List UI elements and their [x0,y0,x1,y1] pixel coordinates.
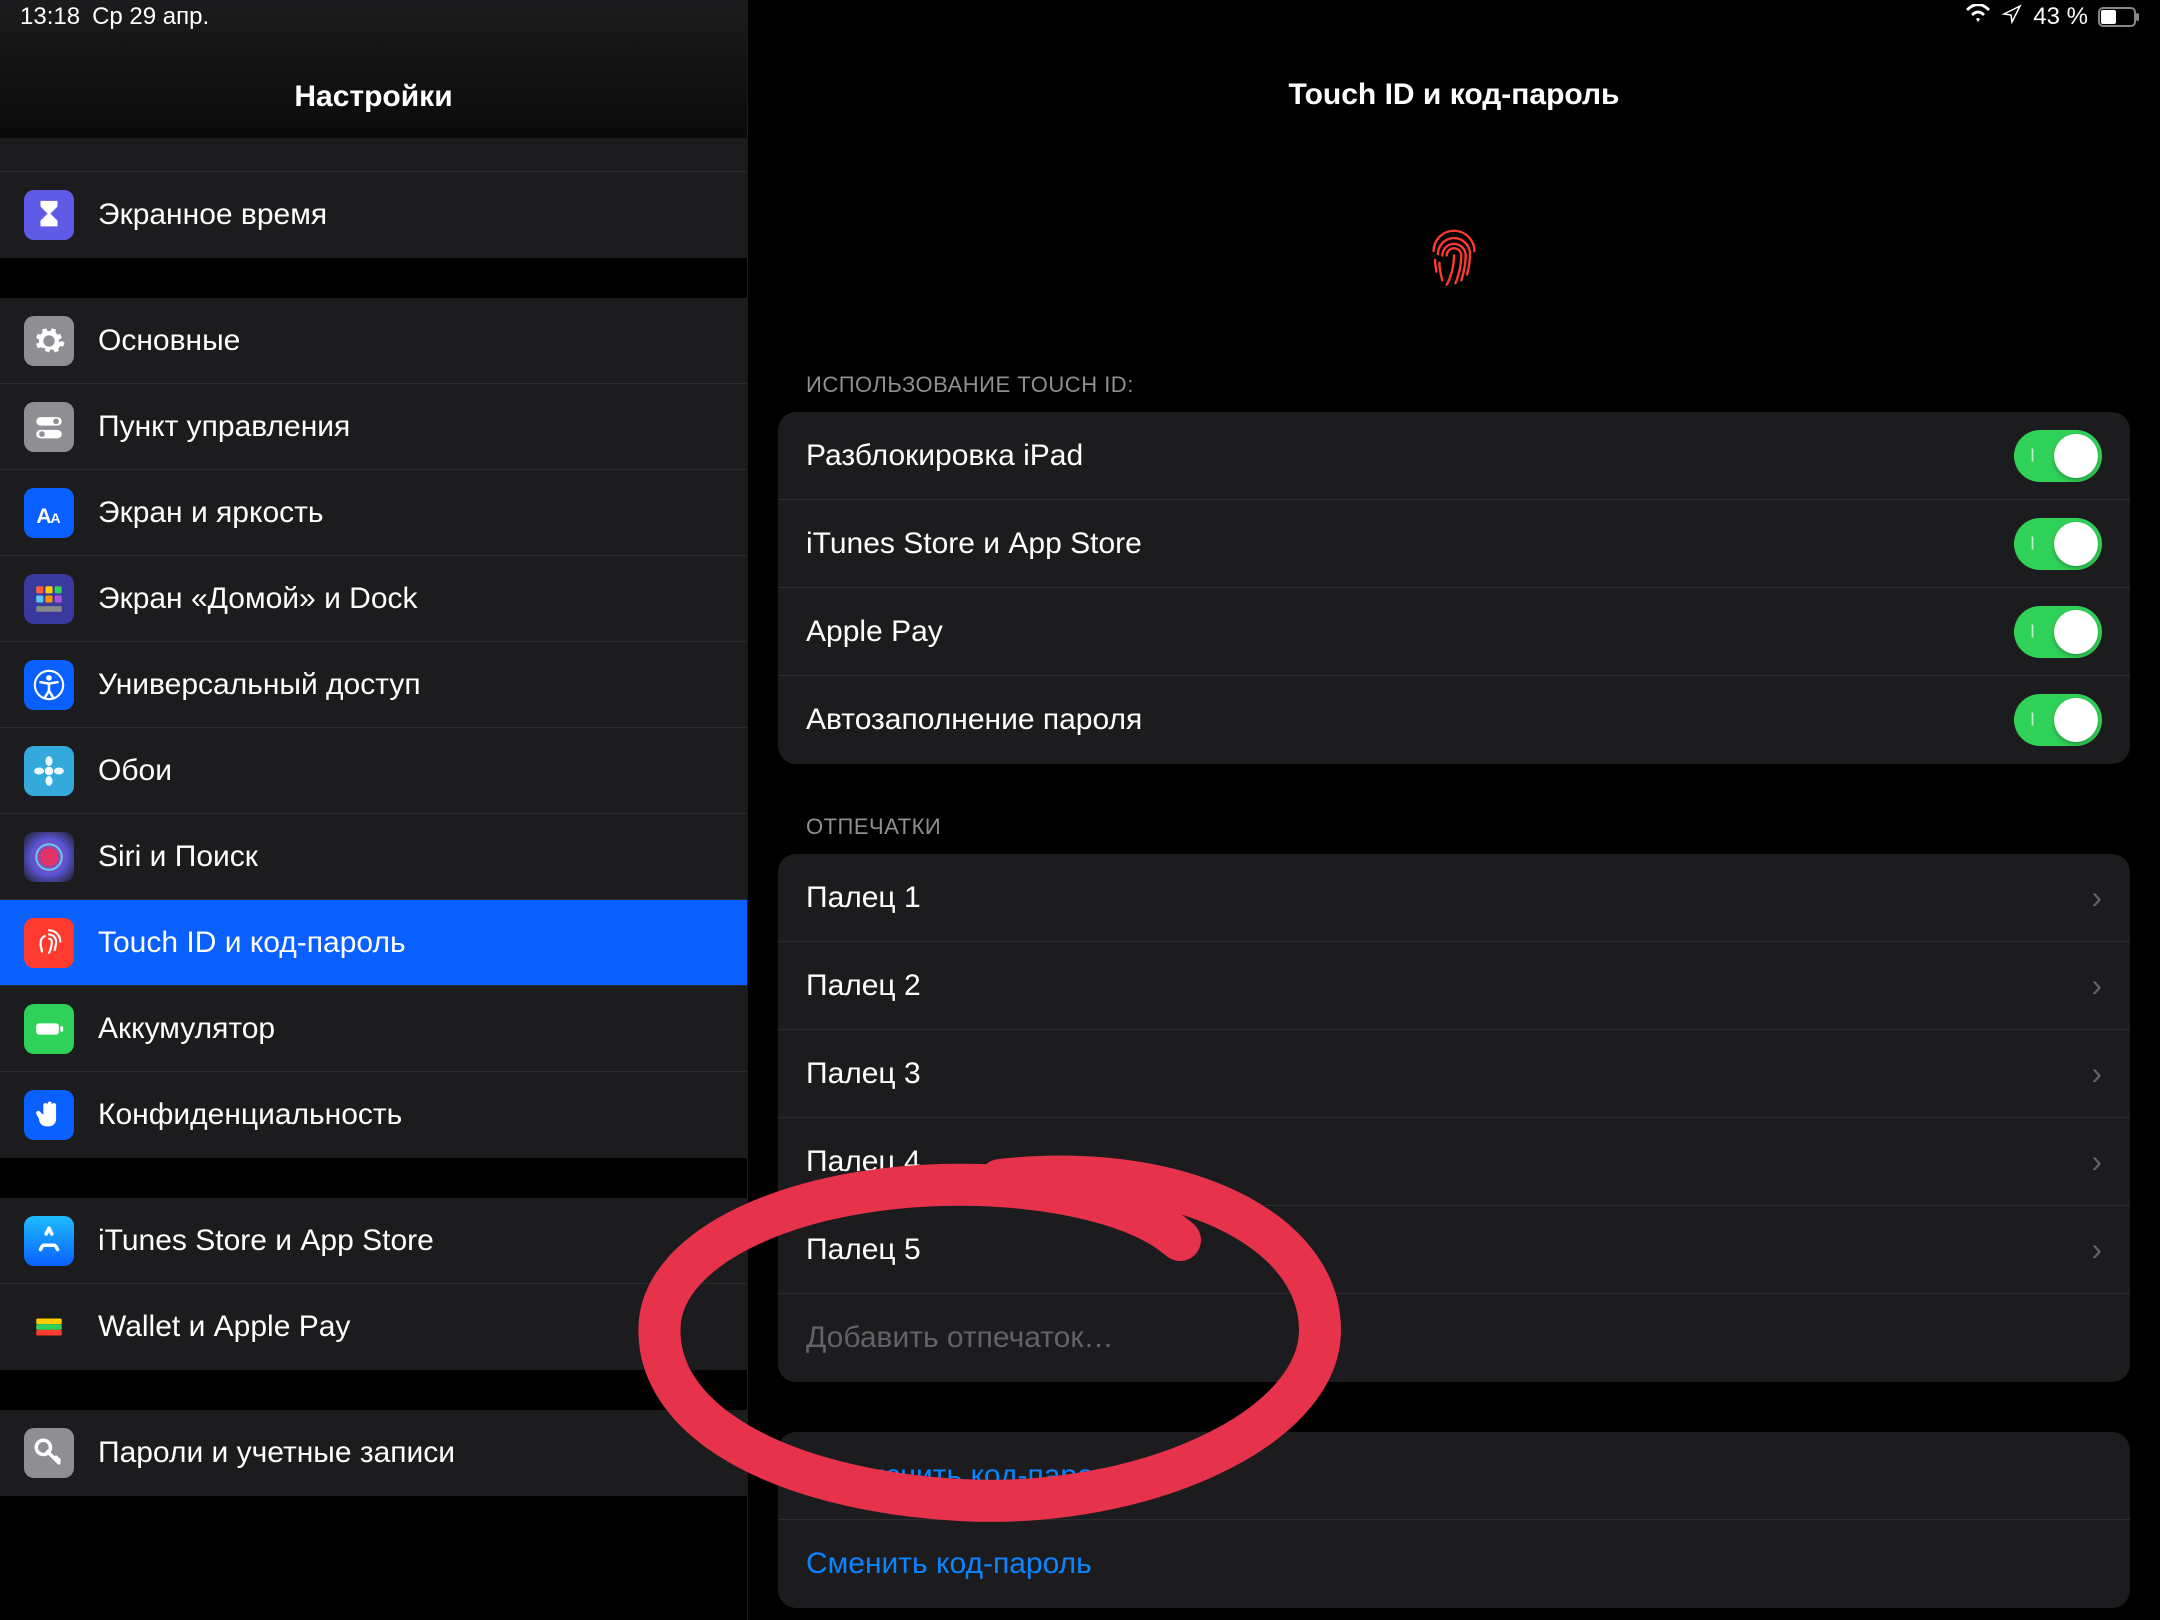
wifi-icon [1965,3,1991,31]
status-date: Ср 29 апр. [92,3,209,31]
wallet-icon [24,1302,74,1352]
toggle-switch[interactable] [2014,518,2102,570]
sidebar-item-label: Универсальный доступ [98,668,421,702]
status-left: 13:18 Ср 29 апр. [20,3,209,31]
change-passcode-row[interactable]: Сменить код-пароль [778,1520,2130,1608]
fingerprint-row[interactable]: Палец 4 › [778,1118,2130,1206]
sidebar-item-appstore[interactable]: iTunes Store и App Store [0,1198,747,1284]
sidebar-item-siri[interactable]: Siri и Поиск [0,814,747,900]
sidebar-item-accessibility[interactable]: Универсальный доступ [0,642,747,728]
sidebar-item-control-center[interactable]: Пункт управления [0,384,747,470]
usage-list: Разблокировка iPad iTunes Store и App St… [778,412,2130,764]
sidebar-item-label: Пункт управления [98,410,350,444]
list-row-label: Автозаполнение пароля [806,703,1142,737]
fingerprints-list: Палец 1 › Палец 2 › Палец 3 › Палец 4 › … [778,854,2130,1382]
sidebar[interactable]: Настройки Экранное время Основные [0,0,748,1620]
sidebar-item-prev-partial[interactable] [0,138,747,172]
list-row-label: Выключить код-пароль [806,1459,1126,1493]
add-fingerprint-row: Добавить отпечаток… [778,1294,2130,1382]
flower-icon [24,746,74,796]
list-row-label: Apple Pay [806,615,943,649]
list-row-label: Палец 3 [806,1057,921,1091]
list-row-label: iTunes Store и App Store [806,527,1142,561]
accessibility-icon [24,660,74,710]
list-row-label: Разблокировка iPad [806,439,1083,473]
usage-row-itunes[interactable]: iTunes Store и App Store [778,500,2130,588]
battery-text: 43 % [2033,3,2088,31]
toggle-switch[interactable] [2014,606,2102,658]
sidebar-item-wallpaper[interactable]: Обои [0,728,747,814]
sidebar-item-label: Экран «Домой» и Dock [98,582,418,616]
list-row-label: Добавить отпечаток… [806,1321,1114,1355]
fingerprint-icon [24,918,74,968]
sidebar-item-label: Siri и Поиск [98,840,258,874]
fingerprint-hero-icon [748,132,2160,372]
list-row-label: Палец 4 [806,1145,921,1179]
sidebar-item-label: Пароли и учетные записи [98,1436,455,1470]
battery-icon [2098,7,2140,27]
sidebar-item-display[interactable]: AA Экран и яркость [0,470,747,556]
list-row-label: Палец 5 [806,1233,921,1267]
usage-row-autofill[interactable]: Автозаполнение пароля [778,676,2130,764]
sidebar-item-label: Аккумулятор [98,1012,275,1046]
status-bar: 13:18 Ср 29 апр. 43 % [0,0,2160,34]
detail-pane[interactable]: Touch ID и код-пароль ИСПОЛЬЗОВАНИЕ TOUC… [748,0,2160,1620]
svg-text:A: A [50,510,60,526]
text-size-icon: AA [24,488,74,538]
switches-icon [24,402,74,452]
sidebar-item-label: iTunes Store и App Store [98,1224,434,1258]
svg-text:A: A [36,503,51,527]
list-row-label: Палец 1 [806,881,921,915]
toggle-switch[interactable] [2014,694,2102,746]
sidebar-item-screen-time[interactable]: Экранное время [0,172,747,258]
sidebar-item-general[interactable]: Основные [0,298,747,384]
turn-off-passcode-row[interactable]: Выключить код-пароль [778,1432,2130,1520]
sidebar-item-label: Конфиденциальность [98,1098,402,1132]
sidebar-item-privacy[interactable]: Конфиденциальность [0,1072,747,1158]
passcode-actions-list: Выключить код-пароль Сменить код-пароль [778,1432,2130,1608]
sidebar-item-label: Обои [98,754,172,788]
fingerprint-row[interactable]: Палец 3 › [778,1030,2130,1118]
siri-icon [24,832,74,882]
sidebar-item-touchid[interactable]: Touch ID и код-пароль [0,900,747,986]
grid-icon [24,574,74,624]
location-icon [2001,3,2023,32]
sidebar-item-home-dock[interactable]: Экран «Домой» и Dock [0,556,747,642]
usage-row-unlock[interactable]: Разблокировка iPad [778,412,2130,500]
chevron-right-icon: › [2091,1143,2102,1180]
fingerprint-row[interactable]: Палец 1 › [778,854,2130,942]
status-time: 13:18 [20,3,80,31]
sidebar-item-wallet[interactable]: Wallet и Apple Pay [0,1284,747,1370]
toggle-switch[interactable] [2014,430,2102,482]
hourglass-icon [24,190,74,240]
list-row-label: Сменить код-пароль [806,1547,1092,1581]
key-icon [24,1428,74,1478]
gear-icon [24,316,74,366]
status-right: 43 % [1965,3,2140,32]
sidebar-item-label: Touch ID и код-пароль [98,926,406,960]
chevron-right-icon: › [2091,1231,2102,1268]
hand-icon [24,1090,74,1140]
sidebar-item-label: Экранное время [98,198,327,232]
chevron-right-icon: › [2091,967,2102,1004]
fingerprint-row[interactable]: Палец 5 › [778,1206,2130,1294]
battery-icon [24,1004,74,1054]
sidebar-item-label: Wallet и Apple Pay [98,1310,350,1344]
usage-section-header: ИСПОЛЬЗОВАНИЕ TOUCH ID: [778,372,2130,412]
fingerprint-row[interactable]: Палец 2 › [778,942,2130,1030]
appstore-icon [24,1216,74,1266]
sidebar-item-label: Основные [98,324,240,358]
fingerprints-section-header: ОТПЕЧАТКИ [778,814,2130,854]
usage-row-applepay[interactable]: Apple Pay [778,588,2130,676]
list-row-label: Палец 2 [806,969,921,1003]
sidebar-item-label: Экран и яркость [98,496,324,530]
chevron-right-icon: › [2091,1055,2102,1092]
chevron-right-icon: › [2091,879,2102,916]
sidebar-item-battery[interactable]: Аккумулятор [0,986,747,1072]
sidebar-item-passwords[interactable]: Пароли и учетные записи [0,1410,747,1496]
